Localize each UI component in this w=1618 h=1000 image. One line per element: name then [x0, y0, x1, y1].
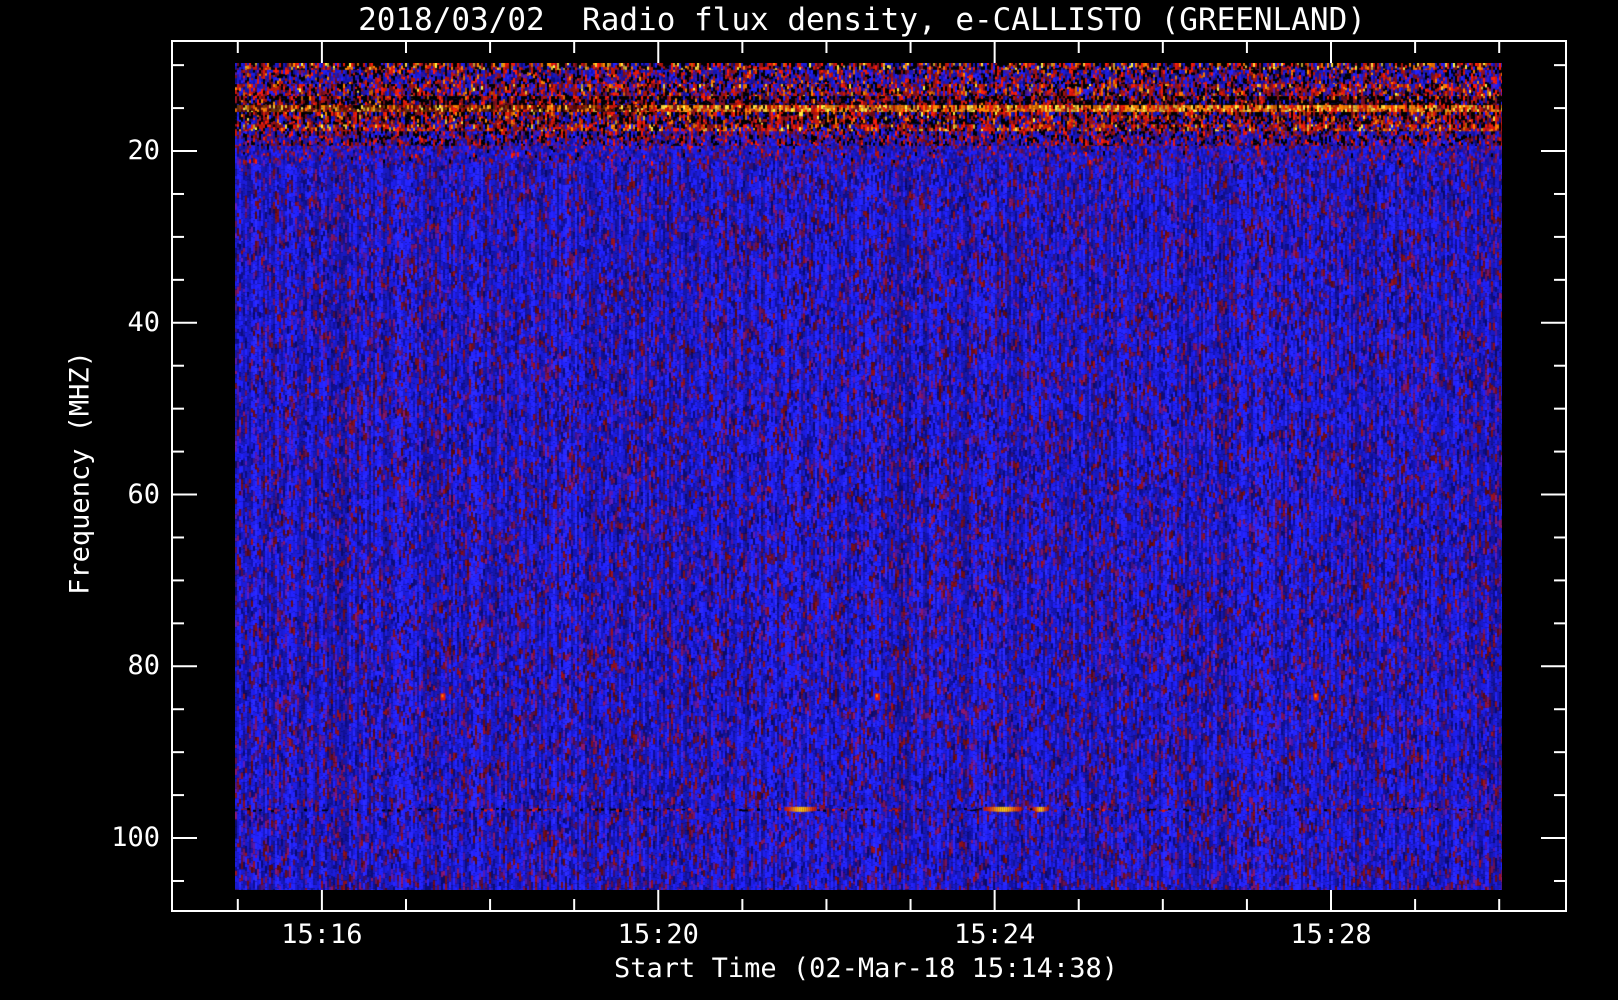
y-tick-label: 100: [111, 822, 160, 854]
x-tick-label: 15:16: [281, 919, 363, 950]
x-axis-title: Start Time (02-Mar-18 15:14:38): [614, 953, 1118, 984]
x-tick-label: 15:28: [1290, 919, 1372, 950]
x-tick-label: 15:20: [617, 919, 699, 950]
y-tick-label: 20: [127, 135, 160, 167]
spectrogram-canvas: [235, 63, 1502, 890]
y-axis-title: Frequency (MHZ): [64, 351, 96, 595]
x-tick-label: 15:24: [953, 919, 1036, 950]
spectrogram-page: 2018/03/02 Radio flux density, e-CALLIST…: [0, 0, 1618, 1000]
y-tick-label: 60: [127, 478, 160, 510]
chart-title: 2018/03/02 Radio flux density, e-CALLIST…: [358, 2, 1366, 38]
y-tick-label: 40: [127, 306, 160, 338]
y-tick-label: 80: [127, 650, 160, 682]
